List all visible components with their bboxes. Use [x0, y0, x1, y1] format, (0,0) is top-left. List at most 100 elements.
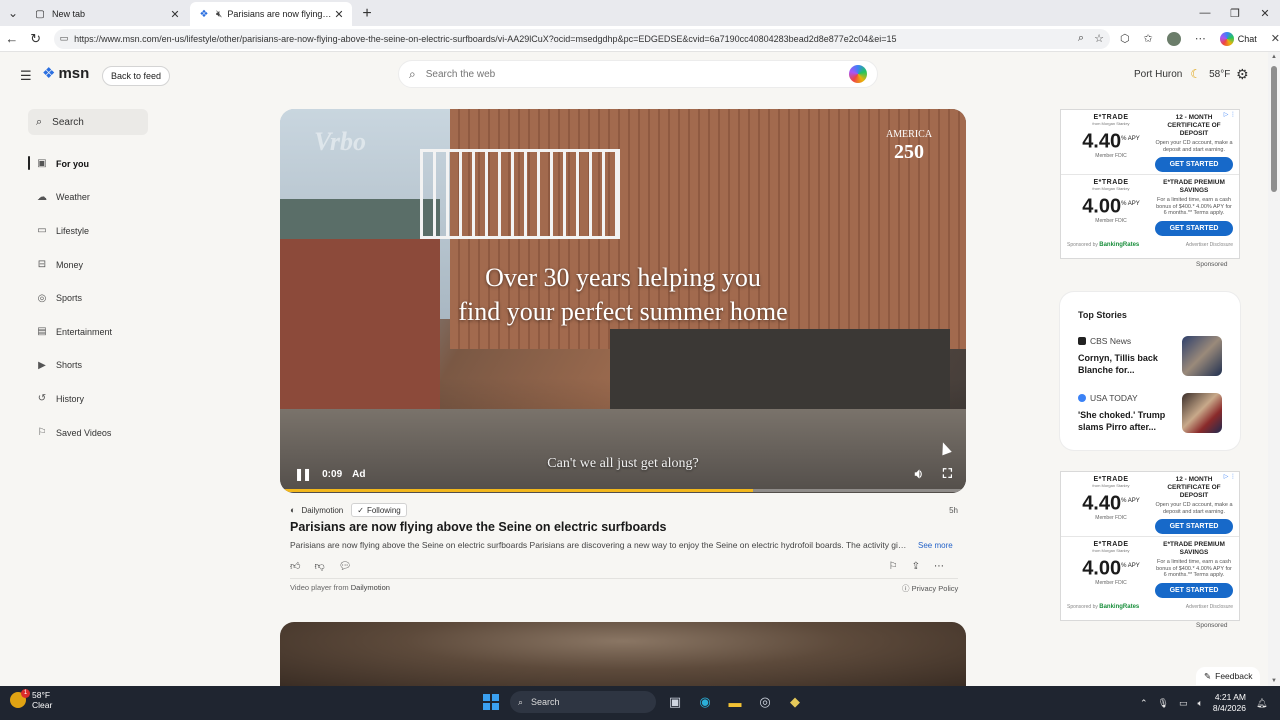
ad-choices-icon[interactable]: ▷ ⋮ — [1224, 111, 1236, 118]
privacy-policy-link[interactable]: ⓘ Privacy Policy — [902, 583, 958, 594]
new-tab-plus-icon[interactable]: + — [354, 2, 380, 26]
get-started-button[interactable]: GET STARTED — [1155, 519, 1233, 534]
sidebar-close-icon[interactable]: ✕ — [1271, 32, 1280, 45]
microphone-icon[interactable]: 🎙︎ — [1158, 698, 1169, 709]
weather-widget[interactable]: Port Huron ☾ 58°F — [1134, 67, 1230, 81]
taskbar-search[interactable]: ⌕ Search — [510, 691, 656, 713]
msn-logo[interactable]: ❖ msn — [42, 64, 90, 83]
sidebar-item-lifestyle[interactable]: ▭ Lifestyle — [28, 214, 158, 248]
refresh-icon[interactable]: ↻ — [24, 31, 48, 47]
taskbar-weather[interactable]: 1 58°F Clear — [10, 689, 52, 710]
play-icon: ▶ — [38, 359, 46, 371]
video-player[interactable]: Vrbo AMERICA 250 Over 30 years helping y… — [280, 109, 966, 493]
extensions-icon[interactable]: ⬡ — [1120, 32, 1130, 45]
profile-avatar[interactable] — [1166, 31, 1181, 46]
weather-sun-icon: 1 — [10, 689, 30, 708]
page-scrollbar[interactable]: ▲ ▼ — [1268, 52, 1280, 686]
fullscreen-icon[interactable]: ⛶ — [943, 466, 952, 482]
feedback-icon: ✎ — [1204, 670, 1212, 681]
muted-speaker-icon[interactable]: 🔇︎ — [216, 9, 222, 20]
url-text[interactable]: https://www.msn.com/en-us/lifestyle/othe… — [74, 34, 1078, 44]
article-source[interactable]: Dailymotion — [301, 506, 343, 515]
address-bar[interactable]: ▭ https://www.msn.com/en-us/lifestyle/ot… — [53, 28, 1110, 49]
scrollbar-thumb[interactable] — [1271, 66, 1277, 192]
copilot-chat-button[interactable]: Chat — [1219, 31, 1257, 46]
tab-parisians-video[interactable]: ❖ 🔇︎ Parisians are now flying above ✕ — [190, 2, 352, 26]
task-view-icon[interactable]: ▣ — [664, 691, 686, 713]
ad-label: Ad — [352, 468, 366, 480]
network-icon[interactable]: ▭ — [1179, 698, 1188, 709]
copilot-icon[interactable] — [849, 65, 867, 83]
sidebar-item-money[interactable]: ⊟ Money — [28, 248, 158, 282]
scroll-down-icon[interactable]: ▼ — [1268, 678, 1280, 684]
back-arrow-icon[interactable]: ← — [0, 31, 24, 46]
show-hidden-icons-chevron-icon[interactable]: ⌃ — [1140, 698, 1148, 709]
web-search-input[interactable] — [425, 68, 849, 80]
next-video-thumbnail[interactable] — [280, 622, 966, 686]
zoom-icon[interactable]: ⌕ — [1078, 32, 1084, 45]
sidebar-item-label: Shorts — [56, 360, 83, 371]
video-progress-bar[interactable] — [280, 489, 966, 492]
save-bookmark-icon[interactable]: ⚐ — [889, 561, 898, 572]
web-search-box[interactable]: ⌕ — [398, 60, 878, 88]
speaker-icon[interactable]: 🔈︎ — [1198, 698, 1203, 709]
site-info-icon[interactable]: ▭ — [60, 33, 69, 44]
sidebar-item-for-you[interactable]: ▣ For you — [28, 147, 158, 181]
back-to-feed-button[interactable]: Back to feed — [102, 66, 171, 86]
scroll-up-icon[interactable]: ▲ — [1268, 54, 1280, 60]
hamburger-menu-icon[interactable]: ☰ — [20, 68, 32, 84]
share-icon[interactable]: ⇪ — [912, 561, 920, 572]
settings-gear-icon[interactable]: ⚙ — [1236, 66, 1249, 83]
msn-logo-text: msn — [58, 64, 90, 82]
sidebar-item-history[interactable]: ↺ History — [28, 382, 158, 416]
video-controls: ❚❚ 0:09 Ad 🔉︎ ⛶ — [280, 459, 966, 489]
windows-start-icon[interactable] — [480, 691, 502, 713]
file-explorer-icon[interactable]: ▬ — [724, 691, 746, 713]
sidebar-item-entertainment[interactable]: ▤ Entertainment — [28, 315, 158, 349]
close-tab-icon[interactable]: ✕ — [168, 8, 182, 21]
comment-icon[interactable]: 💬︎ — [339, 561, 352, 572]
msn-header: ☰ ❖ msn Back to feed ⌕ Port Huron ☾ 58°F… — [0, 52, 1268, 96]
etrade-ad-1[interactable]: ▷ ⋮ E*TRADE from Morgan Stanley 4.40% AP… — [1060, 109, 1240, 259]
left-sidebar: ⌕ Search ▣ For you ☁ Weather ▭ Lifestyle… — [0, 96, 170, 686]
app-icon[interactable]: ◆ — [784, 691, 806, 713]
more-options-icon[interactable]: ⋯ — [934, 561, 944, 572]
story-item[interactable]: CBS News Cornyn, Tillis back Blanche for… — [1078, 336, 1228, 382]
volume-icon[interactable]: 🔉︎ — [915, 466, 923, 482]
more-options-icon[interactable]: ⋯ — [1195, 32, 1206, 45]
get-started-button[interactable]: GET STARTED — [1155, 582, 1233, 598]
pause-icon[interactable]: ❚❚ — [294, 467, 312, 481]
etrade-ad-2[interactable]: ▷ ⋮ E*TRADE from Morgan Stanley 4.40% AP… — [1060, 471, 1240, 621]
sidebar-item-weather[interactable]: ☁ Weather — [28, 181, 158, 215]
sidebar-item-shorts[interactable]: ▶ Shorts — [28, 349, 158, 383]
favorites-icon[interactable]: ✩ — [1144, 32, 1153, 45]
sidebar-item-sports[interactable]: ◎ Sports — [28, 281, 158, 315]
sidebar-search[interactable]: ⌕ Search — [28, 109, 148, 135]
window-close-icon[interactable]: ✕ — [1250, 0, 1280, 26]
minimize-icon[interactable]: — — [1190, 0, 1220, 26]
tab-actions-chevron-icon[interactable]: ⌄ — [0, 0, 26, 26]
see-more-link[interactable]: See more — [918, 541, 953, 550]
sidebar-item-label: For you — [56, 158, 89, 169]
sidebar-item-saved-videos[interactable]: ⚐ Saved Videos — [28, 416, 158, 450]
favorite-star-icon[interactable]: ☆ — [1094, 32, 1104, 45]
story-item[interactable]: USA TODAY 'She choked.' Trump slams Pirr… — [1078, 393, 1228, 439]
close-tab-icon[interactable]: ✕ — [332, 8, 346, 21]
notifications-icon[interactable]: 🔔︎ — [1256, 698, 1267, 709]
following-button[interactable]: ✓ Following — [351, 503, 407, 517]
get-started-button[interactable]: GET STARTED — [1155, 220, 1233, 236]
sidebar-item-label: Weather — [56, 192, 90, 203]
dislike-icon[interactable]: 👎︎ — [314, 560, 324, 572]
get-started-button[interactable]: GET STARTED — [1155, 157, 1233, 172]
chrome-icon[interactable]: ◎ — [754, 691, 776, 713]
feedback-button[interactable]: ✎ Feedback — [1196, 667, 1261, 685]
bookmark-icon: ⚐ — [37, 427, 47, 439]
tab-new-tab[interactable]: ▢ New tab ✕ — [26, 2, 188, 26]
temperature-label: 58°F — [1209, 68, 1231, 80]
taskbar-clock[interactable]: 4:21 AM 8/4/2026 — [1213, 692, 1246, 714]
ad-choices-icon[interactable]: ▷ ⋮ — [1224, 473, 1236, 480]
restore-icon[interactable]: ❐ — [1220, 0, 1250, 26]
article-description: Parisians are now flying above the Seine… — [290, 540, 910, 550]
edge-browser-icon[interactable]: ◉ — [694, 691, 716, 713]
like-icon[interactable]: 👍︎ — [290, 560, 300, 572]
